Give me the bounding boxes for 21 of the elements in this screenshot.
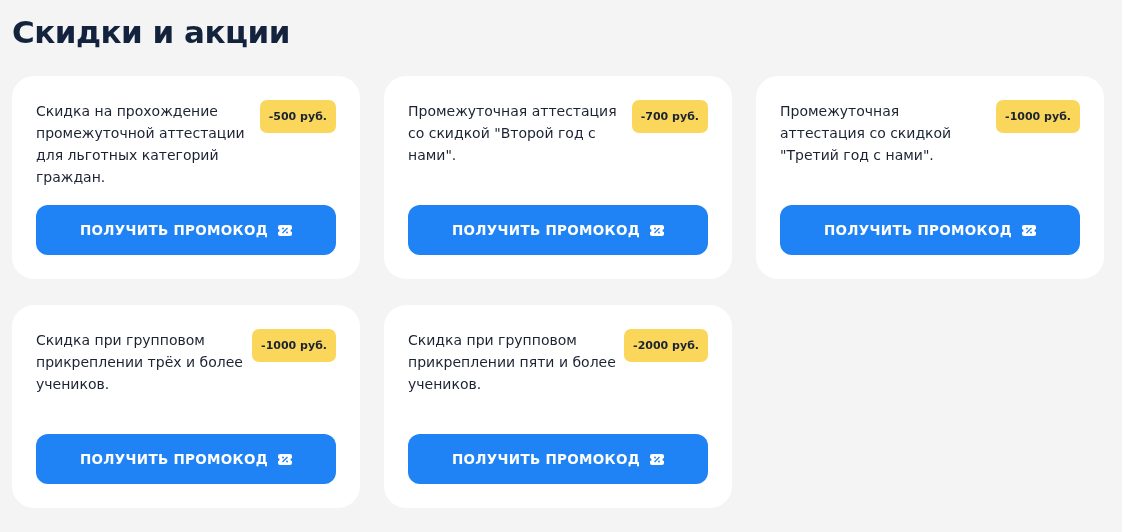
get-promocode-button[interactable]: ПОЛУЧИТЬ ПРОМОКОД [36,434,336,484]
coupon-icon [278,224,292,236]
get-promocode-button[interactable]: ПОЛУЧИТЬ ПРОМОКОД [408,205,708,255]
get-promocode-button[interactable]: ПОЛУЧИТЬ ПРОМОКОД [780,205,1080,255]
coupon-icon [650,224,664,236]
discount-badge: -700 руб. [631,100,708,133]
offer-description: Промежуточная аттестация со скидкой "Третий год с нами". [780,102,953,165]
offer-description: Скидка на прохождение промежуточной аттестации для льготных категорий граждан. [36,102,246,187]
offer-description: Скидка при групповом прикреплении пяти и более учеников. [408,331,617,394]
coupon-icon [650,453,664,465]
discount-badge: -500 руб. [259,100,336,133]
offer-description: Промежуточная аттестация со скидкой "Второй год с нами". [408,102,618,165]
get-promocode-button[interactable]: ПОЛУЧИТЬ ПРОМОКОД [36,205,336,255]
get-promocode-button[interactable]: ПОЛУЧИТЬ ПРОМОКОД [408,434,708,484]
offer-description: Скидка при групповом прикреплении трёх и более учеников. [36,331,244,394]
discount-badge: -2000 руб. [624,329,708,362]
coupon-icon [1022,224,1036,236]
page-title: Скидки и акции [12,13,291,52]
discount-badge: -1000 руб. [996,100,1080,133]
coupon-icon [278,453,292,465]
discount-badge: -1000 руб. [252,329,336,362]
